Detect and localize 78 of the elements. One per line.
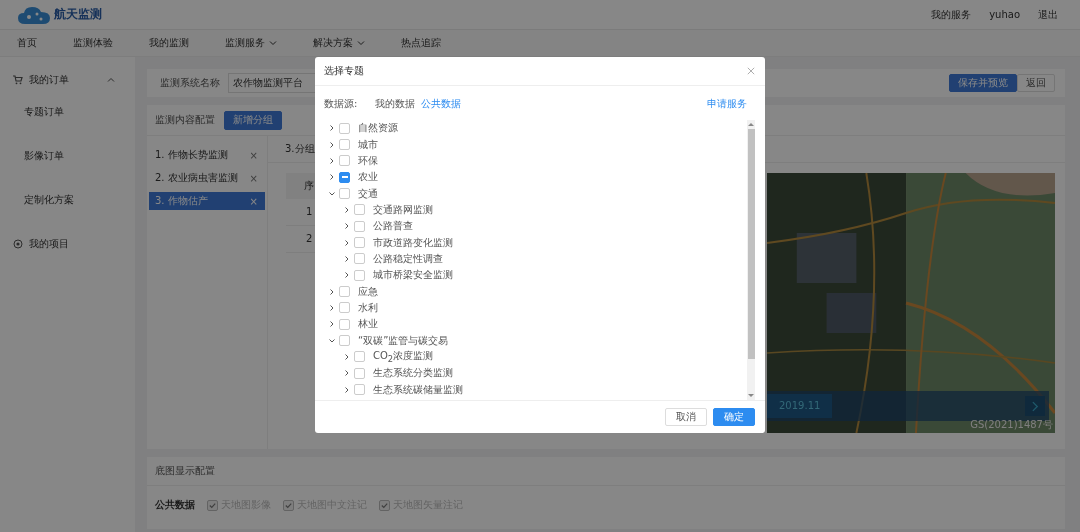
group-item[interactable]: 2. 农业病虫害监测 × bbox=[149, 169, 265, 187]
dialog-button[interactable]: 取消 bbox=[665, 408, 707, 426]
action-button[interactable]: 保存并预览 bbox=[949, 74, 1017, 92]
tree-item[interactable]: “双碳”监管与碳交易 bbox=[358, 333, 449, 348]
checkbox[interactable] bbox=[354, 204, 365, 216]
checkbox[interactable] bbox=[339, 302, 350, 314]
source-tab[interactable]: 公共数据 bbox=[421, 97, 462, 111]
checkbox[interactable] bbox=[339, 335, 350, 347]
add-group-button[interactable]: 新增分组 bbox=[224, 110, 282, 130]
map-credit: GS(2021)1487号 bbox=[970, 418, 1053, 432]
header-link[interactable]: 退出 bbox=[1038, 7, 1058, 22]
sidebar-item[interactable]: 影像订单 bbox=[0, 145, 135, 167]
header-link[interactable]: yuhao bbox=[989, 9, 1020, 20]
tree-item[interactable]: 自然资源 bbox=[358, 121, 398, 136]
sidebar-item[interactable]: 定制化方案 bbox=[0, 189, 135, 211]
table-cell-text: 2 bbox=[306, 232, 313, 246]
tree-item[interactable]: CO$_{2}$浓度监测 bbox=[373, 349, 434, 365]
source-tab[interactable]: 我的数据 bbox=[375, 97, 416, 111]
checkbox[interactable] bbox=[354, 253, 365, 265]
nav-item[interactable]: 首页 bbox=[17, 36, 37, 50]
sidebar-group[interactable]: 我的订单 bbox=[0, 69, 135, 91]
tree-item[interactable]: 公路稳定性调查 bbox=[373, 251, 443, 266]
scrollbar[interactable] bbox=[747, 120, 755, 400]
sidebar-item[interactable]: 专题订单 bbox=[0, 101, 135, 123]
checkbox[interactable] bbox=[339, 188, 350, 200]
header-link[interactable]: 我的服务 bbox=[931, 7, 972, 22]
checkbox[interactable] bbox=[354, 367, 365, 379]
checkbox[interactable] bbox=[354, 269, 365, 281]
tree-item[interactable]: 生态系统碳储量监测 bbox=[373, 382, 463, 397]
nav-item[interactable]: 我的监测 bbox=[149, 36, 189, 50]
next-button[interactable] bbox=[1025, 396, 1045, 416]
tree-item[interactable]: 应急 bbox=[358, 284, 378, 299]
checkbox[interactable] bbox=[354, 384, 365, 396]
tree-item[interactable]: 生态系统分类监测 bbox=[373, 366, 453, 381]
brand-name: 航天监测 bbox=[54, 6, 102, 23]
section-title: 底图显示配置 bbox=[155, 465, 215, 476]
checkbox[interactable] bbox=[354, 237, 365, 249]
dialog-title: 选择专题 bbox=[324, 64, 364, 78]
nav-item[interactable]: 热点追踪 bbox=[401, 36, 441, 50]
checkbox[interactable] bbox=[207, 499, 218, 511]
checkbox[interactable] bbox=[354, 351, 365, 363]
table-cell-text: 1 bbox=[306, 205, 313, 219]
tree-item[interactable]: 城市 bbox=[358, 137, 378, 152]
checkbox[interactable] bbox=[339, 318, 350, 330]
nav-item[interactable]: 监测服务 bbox=[225, 36, 277, 50]
chevron-right-icon bbox=[1031, 400, 1039, 412]
checkbox[interactable] bbox=[339, 155, 350, 167]
tree-item[interactable]: 城市桥梁安全监测 bbox=[373, 268, 453, 283]
apply-link[interactable]: 申请服务 bbox=[707, 97, 747, 111]
cloud-logo-icon bbox=[17, 4, 51, 25]
tree-item[interactable]: 林业 bbox=[358, 317, 378, 332]
nav-item[interactable]: 监测体验 bbox=[73, 36, 113, 50]
group-item[interactable]: 1. 作物长势监测 × bbox=[149, 146, 265, 164]
checkbox[interactable] bbox=[339, 139, 350, 150]
cart-icon bbox=[13, 75, 23, 85]
field-label: 监测系统名称 bbox=[160, 76, 220, 90]
checkbox[interactable] bbox=[283, 499, 294, 511]
action-button[interactable]: 返回 bbox=[1017, 74, 1055, 92]
dialog-button[interactable]: 确定 bbox=[713, 408, 755, 426]
checkbox[interactable] bbox=[339, 171, 350, 183]
tree-item[interactable]: 交通路网监测 bbox=[373, 202, 433, 217]
close-icon[interactable] bbox=[747, 67, 755, 75]
checkbox[interactable] bbox=[379, 499, 390, 511]
source-label: 数据源: bbox=[324, 98, 358, 110]
group-item[interactable]: 3. 作物估产 × bbox=[149, 192, 265, 210]
tree-item[interactable]: 市政道路变化监测 bbox=[373, 235, 453, 250]
checkbox[interactable] bbox=[339, 122, 350, 134]
target-icon bbox=[13, 239, 23, 249]
field-label: 公共数据 bbox=[155, 498, 195, 512]
checkbox[interactable] bbox=[339, 286, 350, 298]
tree-item[interactable]: 公路普查 bbox=[373, 219, 413, 234]
tree-item[interactable]: 水利 bbox=[358, 300, 378, 315]
tree-item[interactable]: 交通 bbox=[358, 186, 378, 201]
section-title: 监测内容配置 bbox=[155, 113, 215, 127]
sidebar-group[interactable]: 我的项目 bbox=[0, 233, 135, 255]
nav-item[interactable]: 解决方案 bbox=[313, 36, 365, 50]
tree-item[interactable]: 农业 bbox=[358, 170, 378, 185]
checkbox[interactable] bbox=[354, 220, 365, 232]
